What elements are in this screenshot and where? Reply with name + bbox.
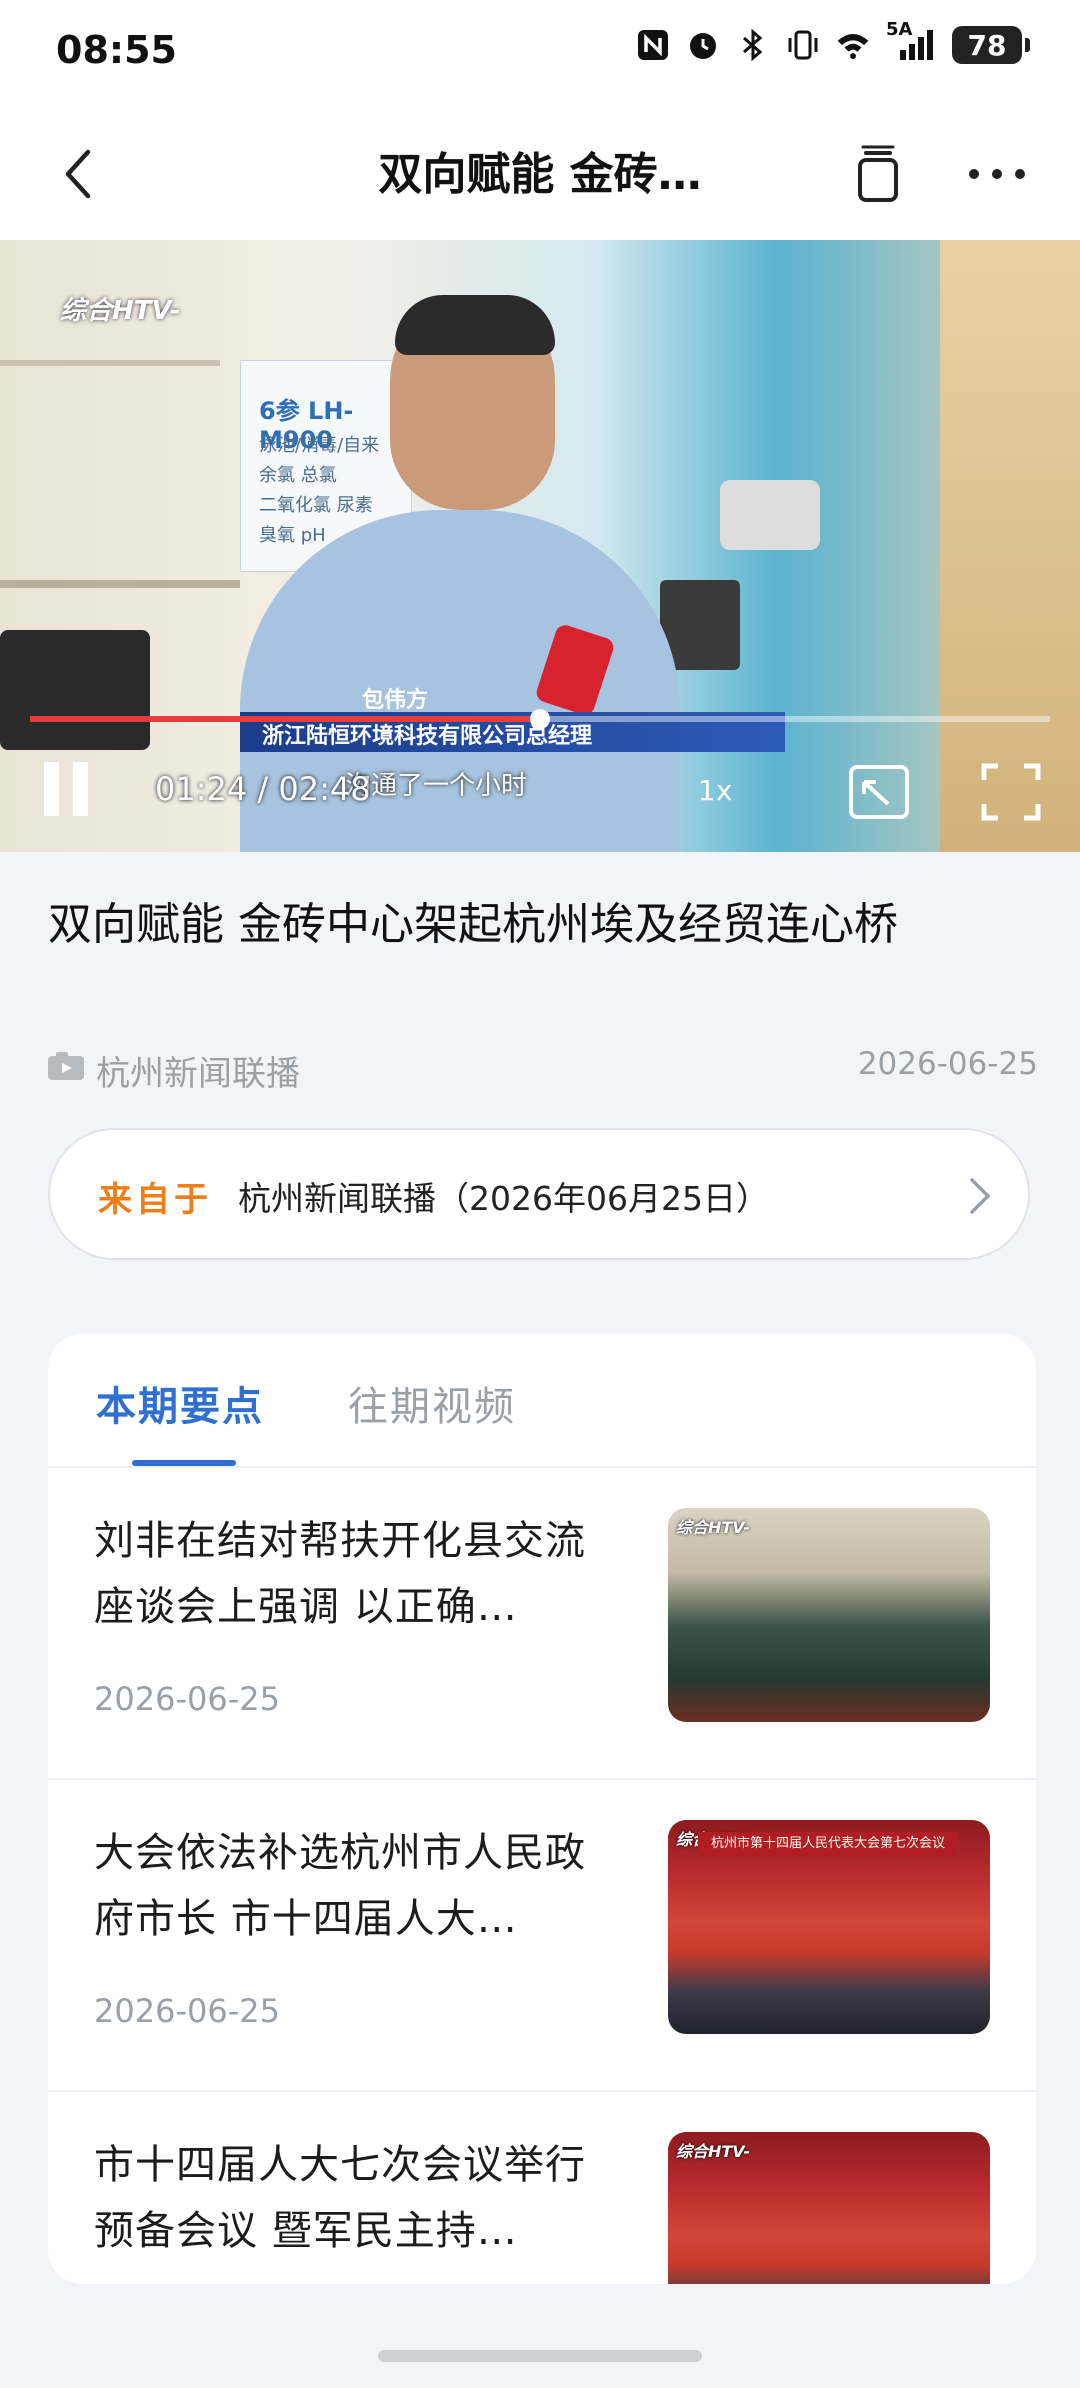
episode-panel: 本期要点 往期视频 刘非在结对帮扶开化县交流座谈会上强调 以正确… 2026-0… bbox=[48, 1334, 1036, 2284]
from-program-text: 杭州新闻联播（2026年06月25日） bbox=[238, 1179, 769, 1218]
video-shelf bbox=[0, 360, 220, 366]
playback-time: 01:24 / 02:48 bbox=[155, 770, 371, 808]
poster-line: 余氯 总氯 bbox=[259, 465, 337, 486]
article-source[interactable]: 杭州新闻联播 bbox=[96, 1046, 300, 1095]
vibrate-icon bbox=[786, 27, 820, 63]
bluetooth-icon bbox=[736, 27, 770, 63]
video-shelf bbox=[0, 580, 240, 588]
list-item[interactable]: 市十四届人大七次会议举行预备会议 暨军民主持… 综合HTV- bbox=[48, 2092, 1036, 2284]
item-title: 市十四届人大七次会议举行预备会议 暨军民主持… bbox=[94, 2142, 586, 2254]
nav-bar: 双向赋能 金砖… bbox=[0, 110, 1080, 240]
item-thumbnail: 综合HTV- 杭州市第十四届人民代表大会第七次会议 bbox=[668, 1820, 990, 2034]
time-separator: / bbox=[257, 770, 269, 808]
video-person-hair bbox=[395, 295, 555, 355]
pip-icon[interactable] bbox=[848, 764, 910, 820]
alarm-icon bbox=[686, 27, 720, 63]
item-date: 2026-06-25 bbox=[94, 1680, 280, 1718]
item-thumbnail: 综合HTV- bbox=[668, 1508, 990, 1722]
current-time: 01:24 bbox=[155, 770, 248, 808]
mini-window-icon[interactable] bbox=[848, 144, 908, 204]
channel-logo: 综合HTV- bbox=[60, 296, 181, 326]
video-case bbox=[0, 630, 150, 750]
more-icon[interactable] bbox=[962, 144, 1032, 204]
pause-icon[interactable] bbox=[40, 762, 92, 818]
status-time: 08:55 bbox=[56, 28, 177, 72]
article-title: 双向赋能 金砖中心架起杭州埃及经贸连心桥 bbox=[48, 899, 898, 950]
status-icons: 5A 78 bbox=[636, 19, 1030, 64]
tab-indicator bbox=[132, 1460, 236, 1466]
nfc-icon bbox=[636, 27, 670, 63]
home-indicator[interactable] bbox=[378, 2350, 702, 2362]
speaker-name: 包伟方 bbox=[362, 688, 429, 713]
tab-past-videos[interactable]: 往期视频 bbox=[348, 1374, 516, 1432]
item-title: 刘非在结对帮扶开化县交流座谈会上强调 以正确… bbox=[94, 1518, 586, 1630]
thumb-logo: 综合HTV- bbox=[676, 1518, 751, 1537]
list-item[interactable]: 刘非在结对帮扶开化县交流座谈会上强调 以正确… 2026-06-25 综合HTV… bbox=[48, 1468, 1036, 1780]
thumb-banner: 杭州市第十四届人民代表大会第七次会议 bbox=[698, 1832, 958, 1856]
speed-button[interactable]: 1x bbox=[698, 774, 732, 807]
tab-current-highlights[interactable]: 本期要点 bbox=[96, 1374, 264, 1432]
article-meta: 杭州新闻联播 2026-06-25 bbox=[48, 1040, 1038, 1094]
network-type: 5A bbox=[886, 19, 913, 40]
chevron-right-icon bbox=[962, 1174, 998, 1218]
video-device bbox=[720, 480, 820, 550]
progress-knob[interactable] bbox=[530, 709, 550, 729]
battery-level: 78 bbox=[967, 28, 1007, 62]
wifi-icon bbox=[836, 27, 870, 63]
video-player[interactable]: 6参 LH-M900 泳池/消毒/自来 余氯 总氯 二氧化氯 尿素 臭氧 pH … bbox=[0, 240, 1080, 852]
progress-bar[interactable] bbox=[30, 709, 1050, 729]
signal-icon: 5A bbox=[886, 19, 936, 63]
item-title: 大会依法补选杭州市人民政府市长 市十四届人大… bbox=[94, 1830, 586, 1942]
video-source-icon bbox=[48, 1052, 84, 1080]
article-date: 2026-06-25 bbox=[857, 1046, 1038, 1082]
fullscreen-icon[interactable] bbox=[980, 762, 1042, 822]
item-thumbnail: 综合HTV- bbox=[668, 2132, 990, 2284]
poster-line: 泳池/消毒/自来 bbox=[259, 435, 380, 456]
poster-line: 二氧化氯 尿素 bbox=[259, 495, 373, 516]
video-controls: 01:24 / 02:48 1x bbox=[0, 750, 1080, 830]
thumb-logo: 综合HTV- bbox=[676, 2142, 751, 2161]
battery-icon: 78 bbox=[952, 26, 1030, 64]
item-date: 2026-06-25 bbox=[94, 1992, 280, 2030]
tab-bar: 本期要点 往期视频 bbox=[48, 1334, 1036, 1468]
page-title: 双向赋能 金砖… bbox=[378, 149, 702, 200]
duration: 02:48 bbox=[278, 770, 371, 808]
list-item[interactable]: 大会依法补选杭州市人民政府市长 市十四届人大… 2026-06-25 综合HTV… bbox=[48, 1780, 1036, 2092]
status-bar: 08:55 5A 78 bbox=[0, 0, 1080, 110]
from-program-card[interactable]: 来自于 杭州新闻联播（2026年06月25日） bbox=[48, 1128, 1030, 1260]
back-icon[interactable] bbox=[52, 144, 112, 204]
from-label: 来自于 bbox=[98, 1180, 212, 1220]
progress-fill bbox=[30, 716, 540, 722]
